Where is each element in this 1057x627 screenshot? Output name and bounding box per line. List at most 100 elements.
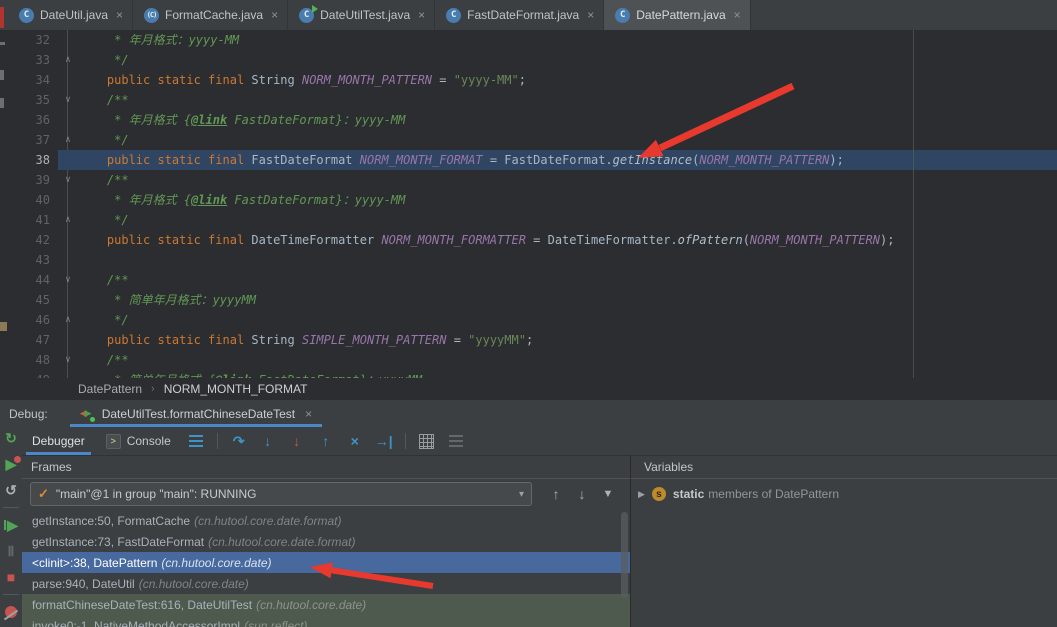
breadcrumb-member[interactable]: NORM_MONTH_FORMAT bbox=[164, 382, 308, 396]
code-editor[interactable]: 32 * 年月格式：yyyy-MM 33 ∧ */34 public static … bbox=[0, 30, 1057, 378]
layout-options-icon[interactable] bbox=[186, 431, 206, 451]
chevron-down-icon: ▾ bbox=[518, 488, 524, 500]
fold-marker-icon[interactable]: ∨ bbox=[58, 90, 78, 110]
step-into-icon[interactable]: ↓ bbox=[258, 431, 278, 451]
fold-marker-icon[interactable]: ∧ bbox=[58, 210, 78, 230]
line-number[interactable]: 35 bbox=[0, 90, 58, 110]
separator bbox=[3, 594, 19, 595]
console-icon: > bbox=[105, 433, 121, 449]
breadcrumb-class[interactable]: DatePattern bbox=[78, 382, 142, 396]
breadcrumb: DatePattern › NORM_MONTH_FORMAT bbox=[0, 378, 1057, 400]
frames-scrollbar[interactable] bbox=[621, 512, 628, 598]
stack-frame-row[interactable]: getInstance:50, FormatCache (cn.hutool.co… bbox=[22, 510, 630, 531]
clipped-tool-window-edge bbox=[0, 322, 7, 331]
editor-tab-fastdateformat-java[interactable]: C FastDateFormat.java × bbox=[435, 0, 605, 30]
line-number[interactable]: 37 bbox=[0, 130, 58, 150]
filter-frames-icon[interactable]: ▼ bbox=[598, 484, 618, 504]
stack-frame-row[interactable]: formatChineseDateTest:616, DateUtilTest(… bbox=[22, 594, 630, 615]
frames-list: getInstance:50, FormatCache (cn.hutool.co… bbox=[22, 510, 630, 627]
expand-arrow-icon[interactable]: ▶ bbox=[638, 489, 645, 500]
code-text: public static final String NORM_MONTH_PA… bbox=[78, 73, 526, 87]
stack-frame-row[interactable]: parse:940, DateUtil (cn.hutool.core.date) bbox=[22, 573, 630, 594]
frames-panel-header: Frames bbox=[22, 455, 639, 479]
line-number[interactable]: 47 bbox=[0, 330, 58, 350]
line-number[interactable]: 49 bbox=[0, 370, 58, 378]
editor-tab-dateutiltest-java[interactable]: C DateUtilTest.java × bbox=[288, 0, 436, 30]
fold-marker-icon[interactable]: ∨ bbox=[58, 270, 78, 290]
class-icon: C bbox=[446, 7, 462, 23]
fold-marker-icon[interactable]: ∧ bbox=[58, 310, 78, 330]
rerun-failed-tests-button[interactable]: ▶ bbox=[1, 454, 21, 474]
code-line-48: 48 ∨ /** bbox=[0, 350, 1057, 370]
stop-button[interactable]: ■ bbox=[1, 567, 21, 587]
class-icon: C bbox=[19, 7, 34, 23]
debug-session-tab[interactable]: ◀ ▶ DateUtilTest.formatChineseDateTest × bbox=[69, 400, 323, 427]
line-number[interactable]: 39 bbox=[0, 170, 58, 190]
stack-frame-row[interactable]: <clinit>:38, DatePattern (cn.hutool.core.… bbox=[22, 552, 630, 573]
reload-changed-classes-button[interactable]: ↺ bbox=[1, 480, 21, 500]
editor-tab-dateutil-java[interactable]: C DateUtil.java × bbox=[8, 0, 134, 30]
close-icon[interactable]: × bbox=[418, 8, 425, 22]
fold-marker-icon bbox=[58, 110, 78, 130]
test-debug-icon: ◀ ▶ bbox=[80, 408, 96, 422]
line-number[interactable]: 48 bbox=[0, 350, 58, 370]
line-number[interactable]: 40 bbox=[0, 190, 58, 210]
fold-marker-icon[interactable]: ∧ bbox=[58, 130, 78, 150]
line-number[interactable]: 36 bbox=[0, 110, 58, 130]
close-icon[interactable]: × bbox=[734, 8, 741, 22]
fold-marker-icon[interactable]: ∨ bbox=[58, 350, 78, 370]
line-number[interactable]: 46 bbox=[0, 310, 58, 330]
code-line-34: 34 public static final String NORM_MONTH… bbox=[0, 70, 1057, 90]
line-number[interactable]: 45 bbox=[0, 290, 58, 310]
editor-tab-formatcache-java[interactable]: (C) FormatCache.java × bbox=[133, 0, 289, 30]
pause-button[interactable]: Ⅱ bbox=[1, 541, 21, 561]
code-line-47: 47 public static final String SIMPLE_MON… bbox=[0, 330, 1057, 350]
fold-marker-icon[interactable]: ∨ bbox=[58, 170, 78, 190]
close-icon[interactable]: × bbox=[587, 8, 594, 22]
code-text: /** bbox=[78, 273, 129, 287]
fold-marker-icon bbox=[58, 150, 78, 170]
force-step-into-icon[interactable]: ↓ bbox=[287, 431, 307, 451]
panel-splitter[interactable] bbox=[630, 455, 631, 627]
code-line-44: 44 ∨ /** bbox=[0, 270, 1057, 290]
variables-row[interactable]: ▶ s static members of DatePattern bbox=[631, 483, 1057, 505]
fold-marker-icon bbox=[58, 290, 78, 310]
close-icon[interactable]: × bbox=[271, 8, 278, 22]
drop-frame-icon[interactable]: × bbox=[345, 431, 365, 451]
frame-up-icon[interactable]: ↑ bbox=[546, 484, 566, 504]
step-over-icon[interactable]: ↷ bbox=[229, 431, 249, 451]
layout-settings-icon[interactable] bbox=[448, 435, 463, 437]
rerun-button[interactable]: ↻ bbox=[1, 428, 21, 448]
line-number[interactable]: 32 bbox=[0, 30, 58, 50]
close-icon[interactable]: × bbox=[305, 407, 312, 421]
mute-breakpoints-button[interactable] bbox=[1, 602, 21, 622]
line-number[interactable]: 41 bbox=[0, 210, 58, 230]
stack-frame-row[interactable]: getInstance:73, FastDateFormat (cn.hutool… bbox=[22, 531, 630, 552]
editor-tab-datepattern-java[interactable]: C DatePattern.java × bbox=[604, 0, 751, 30]
line-number[interactable]: 42 bbox=[0, 230, 58, 250]
 bbox=[4, 520, 7, 530]
tab-debugger[interactable]: Debugger bbox=[26, 427, 91, 455]
layout-settings-icon[interactable] bbox=[446, 431, 466, 451]
frame-package: (sun.reflect) bbox=[244, 618, 308, 627]
line-number[interactable]: 38 bbox=[0, 150, 58, 170]
resume-button[interactable]: ▶ bbox=[1, 515, 21, 535]
stack-frame-row[interactable]: invoke0:-1, NativeMethodAccessorImpl (sun… bbox=[22, 615, 630, 627]
frame-down-icon[interactable]: ↓ bbox=[572, 484, 592, 504]
thread-selector-dropdown[interactable]: ✓ "main"@1 in group "main": RUNNING ▾ bbox=[30, 482, 532, 506]
line-number[interactable]: 34 bbox=[0, 70, 58, 90]
frame-package: (cn.hutool.core.date) bbox=[161, 555, 272, 570]
line-number[interactable]: 44 bbox=[0, 270, 58, 290]
fold-marker-icon[interactable]: ∧ bbox=[58, 50, 78, 70]
line-number[interactable]: 33 bbox=[0, 50, 58, 70]
run-to-cursor-icon[interactable]: →| bbox=[374, 431, 394, 451]
step-out-icon[interactable]: ↑ bbox=[316, 431, 336, 451]
clipped-tool-window-edge bbox=[0, 70, 4, 80]
frame-location: <clinit>:38, DatePattern bbox=[32, 555, 158, 570]
layout-options-icon[interactable] bbox=[188, 435, 203, 437]
line-number[interactable]: 43 bbox=[0, 250, 58, 270]
close-icon[interactable]: × bbox=[116, 8, 123, 22]
debug-session-tab-label: DateUtilTest.formatChineseDateTest bbox=[101, 406, 296, 421]
tab-console[interactable]: > Console bbox=[100, 427, 177, 455]
evaluate-expression-icon[interactable] bbox=[417, 431, 437, 451]
